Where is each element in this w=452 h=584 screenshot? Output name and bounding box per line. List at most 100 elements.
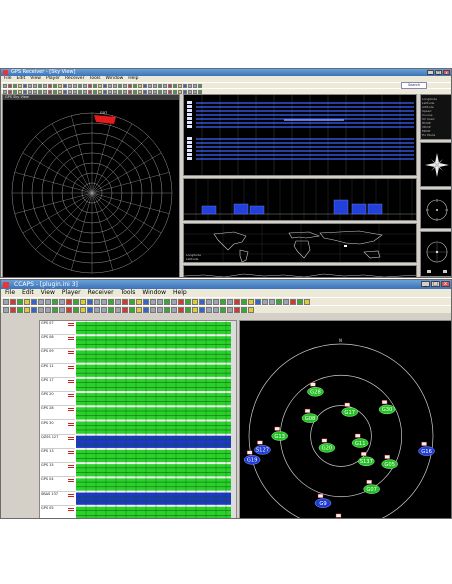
channel-list-item[interactable]: GPS 05 xyxy=(41,506,75,518)
toolbar-button[interactable] xyxy=(94,298,100,305)
toolbar-button[interactable] xyxy=(66,298,72,305)
toolbar-button[interactable] xyxy=(150,298,156,305)
toolbar-button[interactable] xyxy=(38,89,42,94)
toolbar-button[interactable] xyxy=(8,83,12,88)
toolbar-button[interactable] xyxy=(153,83,157,88)
toolbar-button[interactable] xyxy=(94,306,100,313)
channel-list-item[interactable]: SBAS 137 xyxy=(41,492,75,506)
toolbar-button[interactable] xyxy=(188,89,192,94)
toolbar-button[interactable] xyxy=(241,306,247,313)
toolbar-button[interactable] xyxy=(199,306,205,313)
channel-list-item[interactable]: GPS 17 xyxy=(41,378,75,393)
toolbar-button[interactable] xyxy=(183,89,187,94)
toolbar-button[interactable] xyxy=(83,83,87,88)
close-button[interactable]: x xyxy=(441,281,450,287)
toolbar-button[interactable] xyxy=(193,89,197,94)
channel-list-item[interactable]: QZSS 127 xyxy=(41,435,75,449)
channel-list-item[interactable]: GPS 08 xyxy=(41,335,75,350)
toolbar-button[interactable] xyxy=(128,83,132,88)
satellite-marker[interactable]: G9 xyxy=(314,493,332,508)
toolbar-button[interactable] xyxy=(80,306,86,313)
toolbar-button[interactable] xyxy=(118,83,122,88)
toolbar-button[interactable] xyxy=(83,89,87,94)
toolbar-button[interactable] xyxy=(148,83,152,88)
menu-edit[interactable]: Edit xyxy=(17,76,26,82)
toolbar-button[interactable] xyxy=(143,298,149,305)
satellite-marker[interactable]: G16 xyxy=(418,441,435,456)
menu-view[interactable]: View xyxy=(30,76,41,82)
toolbar-button[interactable] xyxy=(220,306,226,313)
satellite-marker[interactable]: G28 xyxy=(307,382,324,397)
toolbar-button[interactable] xyxy=(53,83,57,88)
toolbar-button[interactable] xyxy=(63,83,67,88)
toolbar-button[interactable] xyxy=(158,83,162,88)
menu-window[interactable]: Window xyxy=(142,289,166,297)
toolbar-button[interactable] xyxy=(103,83,107,88)
toolbar-button[interactable] xyxy=(93,83,97,88)
toolbar-button[interactable] xyxy=(269,298,275,305)
menu-tools[interactable]: Tools xyxy=(89,76,100,82)
channel-list-item[interactable]: GPS 15 xyxy=(41,463,75,478)
toolbar-button[interactable] xyxy=(199,298,205,305)
toolbar-button[interactable] xyxy=(45,298,51,305)
toolbar-button[interactable] xyxy=(113,89,117,94)
toolbar-button[interactable] xyxy=(122,298,128,305)
menu-window[interactable]: Window xyxy=(106,76,124,82)
toolbar-button[interactable] xyxy=(283,298,289,305)
toolbar-button[interactable] xyxy=(138,83,142,88)
toolbar-button[interactable] xyxy=(58,83,62,88)
toolbar-button[interactable] xyxy=(113,83,117,88)
toolbar-button[interactable] xyxy=(87,298,93,305)
toolbar-button[interactable] xyxy=(98,89,102,94)
toolbar-button[interactable] xyxy=(73,89,77,94)
toolbar-button[interactable] xyxy=(18,83,22,88)
toolbar-button[interactable] xyxy=(138,89,142,94)
toolbar-button[interactable] xyxy=(13,83,17,88)
close-button[interactable]: x xyxy=(443,70,450,75)
toolbar-button[interactable] xyxy=(129,298,135,305)
satellite-marker[interactable]: G30 xyxy=(378,400,396,415)
toolbar-button[interactable] xyxy=(227,298,233,305)
toolbar-button[interactable] xyxy=(248,298,254,305)
toolbar-button[interactable] xyxy=(48,89,52,94)
menu-view[interactable]: View xyxy=(41,289,55,297)
minimize-button[interactable]: _ xyxy=(421,281,430,287)
toolbar-button[interactable] xyxy=(17,298,23,305)
toolbar-button[interactable] xyxy=(98,83,102,88)
toolbar-button[interactable] xyxy=(58,89,62,94)
menu-edit[interactable]: Edit xyxy=(22,289,34,297)
toolbar-button[interactable] xyxy=(157,298,163,305)
toolbar-button[interactable] xyxy=(52,306,58,313)
toolbar-button[interactable] xyxy=(17,306,23,313)
toolbar-button[interactable] xyxy=(173,89,177,94)
satellite-marker[interactable]: S137 xyxy=(358,452,375,467)
menu-receiver[interactable]: Receiver xyxy=(65,76,84,82)
toolbar-button[interactable] xyxy=(78,83,82,88)
satellite-marker[interactable]: G13 xyxy=(271,426,288,441)
channel-list-item[interactable]: GPS 13 xyxy=(41,449,75,464)
channel-list-item[interactable]: GPS 04 xyxy=(41,477,75,492)
menu-player[interactable]: Player xyxy=(62,289,81,297)
menu-help[interactable]: Help xyxy=(173,289,187,297)
toolbar-button[interactable] xyxy=(38,83,42,88)
toolbar-button[interactable] xyxy=(108,89,112,94)
toolbar-button[interactable] xyxy=(122,306,128,313)
toolbar-button[interactable] xyxy=(206,306,212,313)
toolbar-button[interactable] xyxy=(168,89,172,94)
channel-list-item[interactable]: GPS 30 xyxy=(41,421,75,435)
toolbar-button[interactable] xyxy=(101,298,107,305)
toolbar-button[interactable] xyxy=(178,89,182,94)
toolbar-button[interactable] xyxy=(220,298,226,305)
toolbar-button[interactable] xyxy=(158,89,162,94)
toolbar-button[interactable] xyxy=(108,306,114,313)
toolbar-button[interactable] xyxy=(123,89,127,94)
satellite-marker[interactable]: G20 xyxy=(318,438,336,453)
toolbar-button[interactable] xyxy=(262,298,268,305)
toolbar-button[interactable] xyxy=(38,298,44,305)
toolbar-button[interactable] xyxy=(18,89,22,94)
toolbar-button[interactable] xyxy=(115,298,121,305)
channel-list-item[interactable]: GPS 09 xyxy=(41,349,75,364)
toolbar-button[interactable] xyxy=(206,298,212,305)
toolbar-button[interactable] xyxy=(108,298,114,305)
toolbar-button[interactable] xyxy=(178,298,184,305)
